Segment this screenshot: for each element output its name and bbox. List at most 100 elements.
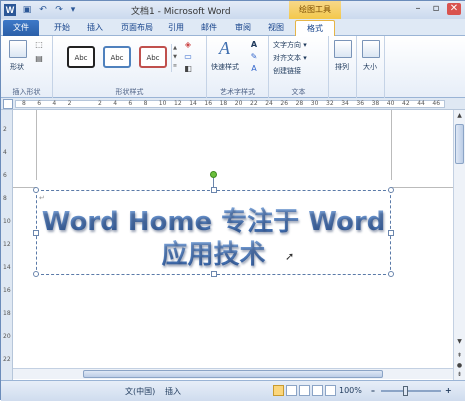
wordart-textbox[interactable]: Word Home 专注于 Word 应用技术 bbox=[33, 187, 394, 277]
resize-handle-top-right[interactable] bbox=[388, 187, 394, 193]
insert-shapes-group: 形状 ⬚ ▤ 插入形状 bbox=[1, 36, 53, 98]
insert-mode-status[interactable]: 插入 bbox=[165, 386, 181, 397]
ruler-tick-label: 2 bbox=[67, 100, 72, 107]
ruler-tick-label: 46 bbox=[432, 100, 441, 107]
ruler-tick-label: 44 bbox=[417, 100, 425, 107]
vertical-ruler-tick-label: 18 bbox=[3, 310, 11, 317]
tab-home[interactable]: 开始 bbox=[47, 20, 77, 36]
size-icon[interactable] bbox=[362, 40, 380, 58]
resize-handle-top[interactable] bbox=[211, 187, 217, 193]
shape-styles-scroll[interactable]: ▲ ▼ ≡ bbox=[171, 44, 178, 72]
scroll-down-icon[interactable]: ▼ bbox=[454, 336, 465, 347]
edit-shape-icon[interactable]: ⬚ bbox=[34, 40, 44, 49]
shapes-icon[interactable] bbox=[9, 40, 27, 58]
text-fill-icon[interactable]: A bbox=[249, 40, 259, 49]
zoom-slider-knob[interactable] bbox=[403, 386, 408, 396]
tab-insert[interactable]: 插入 bbox=[81, 20, 109, 36]
tab-references[interactable]: 引用 bbox=[163, 20, 189, 36]
print-layout-view-icon[interactable] bbox=[273, 385, 284, 396]
zoom-in-button[interactable]: + bbox=[445, 386, 452, 395]
ruler-tick-label: 14 bbox=[189, 100, 197, 107]
size-label[interactable]: 大小 bbox=[363, 62, 377, 72]
mouse-pointer-icon: ➚ bbox=[285, 250, 295, 263]
tab-view[interactable]: 视图 bbox=[263, 20, 289, 36]
quick-styles-icon[interactable]: A bbox=[219, 38, 230, 59]
zoom-level[interactable]: 100% bbox=[339, 386, 362, 395]
shapes-label[interactable]: 形状 bbox=[10, 62, 24, 72]
ruler-tick-label: 26 bbox=[280, 100, 289, 107]
quick-styles-label[interactable]: 快速样式 bbox=[211, 62, 239, 72]
text-group-label: 文本 bbox=[291, 88, 306, 96]
tab-selector-icon[interactable] bbox=[3, 99, 13, 109]
word-window: W ▣ ↶ ↷ ▾ 文档1 - Microsoft Word 绘图工具 – ▫ … bbox=[0, 0, 465, 401]
web-layout-view-icon[interactable] bbox=[299, 385, 310, 396]
arrange-label[interactable]: 排列 bbox=[335, 62, 349, 72]
wordart-line-2[interactable]: 应用技术 bbox=[37, 234, 390, 271]
ruler-tick-label: 8 bbox=[143, 100, 148, 107]
next-page-icon[interactable]: ⇟ bbox=[454, 369, 465, 380]
arrange-group: 排列 bbox=[329, 36, 357, 98]
resize-handle-right[interactable] bbox=[388, 230, 394, 236]
wordart-styles-label: 艺术字样式 bbox=[220, 88, 255, 96]
textbox-icon[interactable]: ▤ bbox=[34, 54, 44, 63]
vertical-ruler-tick-label: 4 bbox=[3, 149, 7, 156]
wordart-styles-group: A 快速样式 A ✎ A 艺术字样式 bbox=[207, 36, 269, 98]
resize-handle-left[interactable] bbox=[33, 230, 39, 236]
shape-style-swatch-red[interactable]: Abc bbox=[139, 46, 167, 68]
ribbon: 形状 ⬚ ▤ 插入形状 Abc Abc Abc ▲ ▼ ≡ ◈ ▭ ◧ 形状样式 A… bbox=[1, 36, 465, 98]
text-direction-button[interactable]: 文字方向 ▾ bbox=[273, 40, 307, 50]
create-link-button[interactable]: 创建链接 bbox=[273, 66, 301, 76]
outline-view-icon[interactable] bbox=[312, 385, 323, 396]
wordart-line-1[interactable]: Word Home 专注于 Word bbox=[37, 201, 390, 238]
tab-format[interactable]: 格式 bbox=[295, 20, 335, 36]
resize-handle-bottom[interactable] bbox=[211, 271, 217, 277]
vertical-ruler[interactable]: 2 4 6 8 10 12 14 16 18 20 22 bbox=[1, 110, 13, 380]
draft-view-icon[interactable] bbox=[325, 385, 336, 396]
text-outline-icon[interactable]: ✎ bbox=[249, 52, 259, 61]
shape-outline-icon[interactable]: ▭ bbox=[183, 52, 193, 61]
zoom-out-button[interactable]: – bbox=[371, 386, 375, 395]
vertical-ruler-tick-label: 6 bbox=[3, 172, 7, 179]
vertical-scroll-thumb[interactable] bbox=[455, 124, 464, 164]
minimize-button[interactable]: – bbox=[411, 3, 425, 15]
qat-dropdown-icon[interactable]: ▾ bbox=[67, 4, 79, 16]
resize-handle-bottom-left[interactable] bbox=[33, 271, 39, 277]
shape-style-swatch-black[interactable]: Abc bbox=[67, 46, 95, 68]
shape-fill-icon[interactable]: ◈ bbox=[183, 40, 193, 49]
vertical-scrollbar[interactable]: ▲ ▼ ⇞ ● ⇟ bbox=[453, 110, 465, 380]
vertical-ruler-tick-label: 10 bbox=[3, 218, 11, 225]
shape-effects-icon[interactable]: ◧ bbox=[183, 64, 193, 73]
word-app-icon[interactable]: W bbox=[4, 4, 16, 16]
horizontal-scroll-thumb[interactable] bbox=[83, 370, 383, 378]
insert-shapes-label: 插入形状 bbox=[12, 88, 41, 96]
tab-page-layout[interactable]: 页面布局 bbox=[115, 20, 159, 36]
ruler-tick-label: 6 bbox=[37, 100, 42, 107]
redo-icon[interactable]: ↷ bbox=[53, 4, 65, 16]
close-button[interactable]: ✕ bbox=[447, 3, 461, 15]
tab-mailings[interactable]: 邮件 bbox=[195, 20, 223, 36]
text-group: 文字方向 ▾ 对齐文本 ▾ 创建链接 文本 bbox=[269, 36, 329, 98]
tab-review[interactable]: 审阅 bbox=[229, 20, 257, 36]
text-effects-icon[interactable]: A bbox=[249, 64, 259, 73]
save-icon[interactable]: ▣ bbox=[21, 4, 33, 16]
shape-styles-group: Abc Abc Abc ▲ ▼ ≡ ◈ ▭ ◧ 形状样式 bbox=[53, 36, 207, 98]
resize-handle-top-left[interactable] bbox=[33, 187, 39, 193]
horizontal-ruler[interactable]: 8 6 4 2 2 4 6 8 10 12 14 16 18 20 22 24 26 28 30 32 34 36 38 40… bbox=[15, 100, 445, 108]
language-status[interactable]: 文(中国) bbox=[125, 386, 155, 397]
scroll-up-icon[interactable]: ▲ bbox=[454, 110, 465, 121]
arrange-icon[interactable] bbox=[334, 40, 352, 58]
full-screen-view-icon[interactable] bbox=[286, 385, 297, 396]
ruler-tick-label: 32 bbox=[326, 100, 334, 107]
rotate-handle[interactable] bbox=[210, 171, 217, 178]
resize-handle-bottom-right[interactable] bbox=[388, 271, 394, 277]
horizontal-scrollbar[interactable] bbox=[13, 368, 453, 379]
maximize-button[interactable]: ▫ bbox=[429, 3, 443, 15]
margin-guide-left bbox=[36, 110, 37, 180]
zoom-slider-track[interactable] bbox=[381, 390, 441, 392]
shape-style-swatch-blue[interactable]: Abc bbox=[103, 46, 131, 68]
tab-file[interactable]: 文件 bbox=[3, 20, 39, 36]
align-text-button[interactable]: 对齐文本 ▾ bbox=[273, 53, 307, 63]
ruler-tick-label: 2 bbox=[98, 100, 102, 107]
undo-icon[interactable]: ↶ bbox=[37, 4, 49, 16]
ruler-tick-label: 38 bbox=[371, 100, 380, 107]
